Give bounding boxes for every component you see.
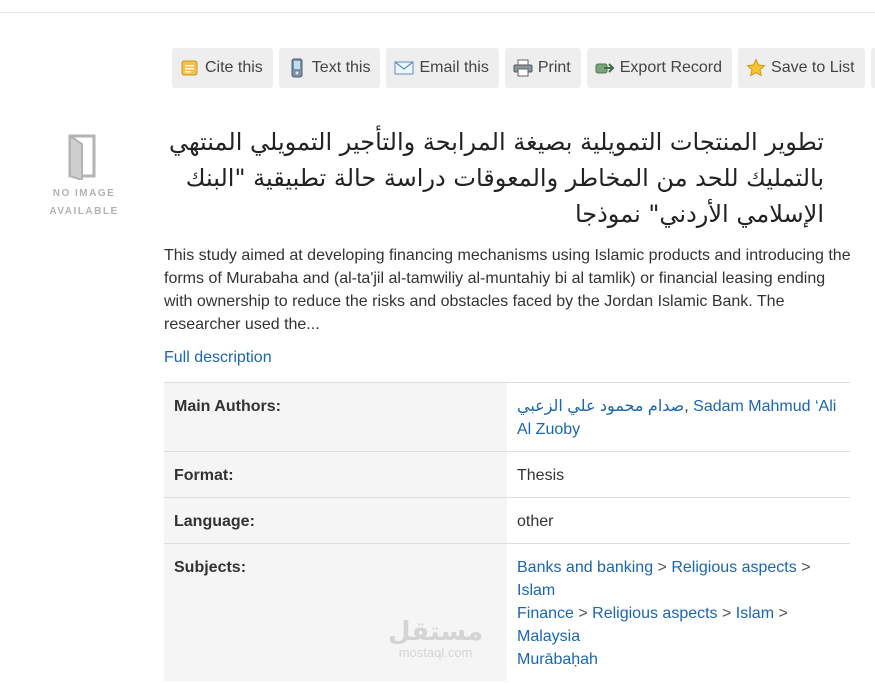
record-toolbar: Cite this Text this Email this Print Exp…	[172, 48, 875, 88]
subject-link[interactable]: Religious aspects	[671, 559, 796, 576]
format-value: Thesis	[507, 451, 850, 498]
envelope-icon	[394, 58, 414, 78]
watermark-latin: mostaql.com	[398, 645, 473, 660]
record-details-table: Main Authors: صدام محمود علي الزعبي, Sad…	[164, 382, 850, 681]
text-this-label: Text this	[311, 59, 371, 76]
subject-heading-1: Banks and banking > Religious aspects > …	[517, 556, 840, 602]
save-to-list-label: Save to List	[771, 59, 855, 76]
phone-icon	[287, 58, 307, 78]
subject-separator: >	[717, 605, 736, 622]
full-description-link[interactable]: Full description	[164, 349, 272, 367]
subject-link[interactable]: Religious aspects	[592, 605, 717, 622]
subject-link[interactable]: Islam	[517, 582, 555, 599]
record-summary: This study aimed at developing financing…	[164, 247, 851, 333]
subject-heading-2: Finance > Religious aspects > Islam > Ma…	[517, 602, 840, 648]
language-value: other	[507, 497, 850, 544]
cite-this-button[interactable]: Cite this	[172, 48, 273, 88]
subject-link[interactable]: Murābaḥah	[517, 651, 598, 668]
subjects-label: Subjects:	[164, 543, 507, 681]
subject-link[interactable]: Banks and banking	[517, 559, 653, 576]
subject-separator: >	[573, 605, 593, 622]
star-icon	[746, 58, 766, 78]
save-to-list-button[interactable]: Save to List	[738, 48, 865, 88]
print-button[interactable]: Print	[504, 48, 581, 88]
table-row: Format: Thesis	[164, 451, 850, 498]
text-this-button[interactable]: Text this	[278, 48, 381, 88]
table-row: Main Authors: صدام محمود علي الزعبي, Sad…	[164, 382, 850, 452]
cite-this-label: Cite this	[205, 59, 263, 76]
subject-separator: >	[774, 605, 788, 622]
more-button[interactable]	[870, 48, 875, 88]
subject-link[interactable]: Finance	[517, 605, 574, 622]
no-image-line2: AVAILABLE	[49, 206, 119, 217]
table-row: Subjects: Banks and banking > Religious …	[164, 543, 850, 681]
main-authors-label: Main Authors:	[164, 382, 507, 452]
main-authors-value: صدام محمود علي الزعبي, Sadam Mahmud ‘Ali…	[507, 382, 850, 452]
print-label: Print	[537, 59, 571, 76]
subject-separator: >	[796, 559, 811, 576]
author-link-arabic[interactable]: صدام محمود علي الزعبي	[517, 398, 684, 415]
watermark-arabic: مستقل	[388, 617, 484, 647]
watermark: مستقل mostaql.com	[388, 618, 483, 660]
subject-link[interactable]: Malaysia	[517, 628, 580, 645]
record-title: تطوير المنتجات التمويلية بصيغة المرابحة …	[168, 128, 824, 228]
export-record-button[interactable]: Export Record	[586, 48, 733, 88]
book-icon	[68, 134, 96, 182]
no-image-placeholder: NO IMAGE AVAILABLE	[44, 132, 124, 221]
subject-link[interactable]: Islam	[736, 605, 774, 622]
subject-separator: >	[653, 559, 672, 576]
top-divider	[0, 12, 875, 13]
export-record-label: Export Record	[619, 59, 723, 76]
table-row: Language: other	[164, 497, 850, 544]
printer-icon	[513, 58, 533, 78]
subject-heading-3: Murābaḥah	[517, 648, 840, 671]
email-this-label: Email this	[419, 59, 489, 76]
email-this-button[interactable]: Email this	[386, 48, 499, 88]
export-icon	[595, 58, 615, 78]
author-separator: ,	[684, 398, 694, 415]
cite-icon	[180, 58, 200, 78]
no-image-line1: NO IMAGE	[52, 188, 116, 199]
language-label: Language:	[164, 497, 507, 544]
subjects-value: Banks and banking > Religious aspects > …	[507, 543, 850, 681]
format-label: Format:	[164, 451, 507, 498]
